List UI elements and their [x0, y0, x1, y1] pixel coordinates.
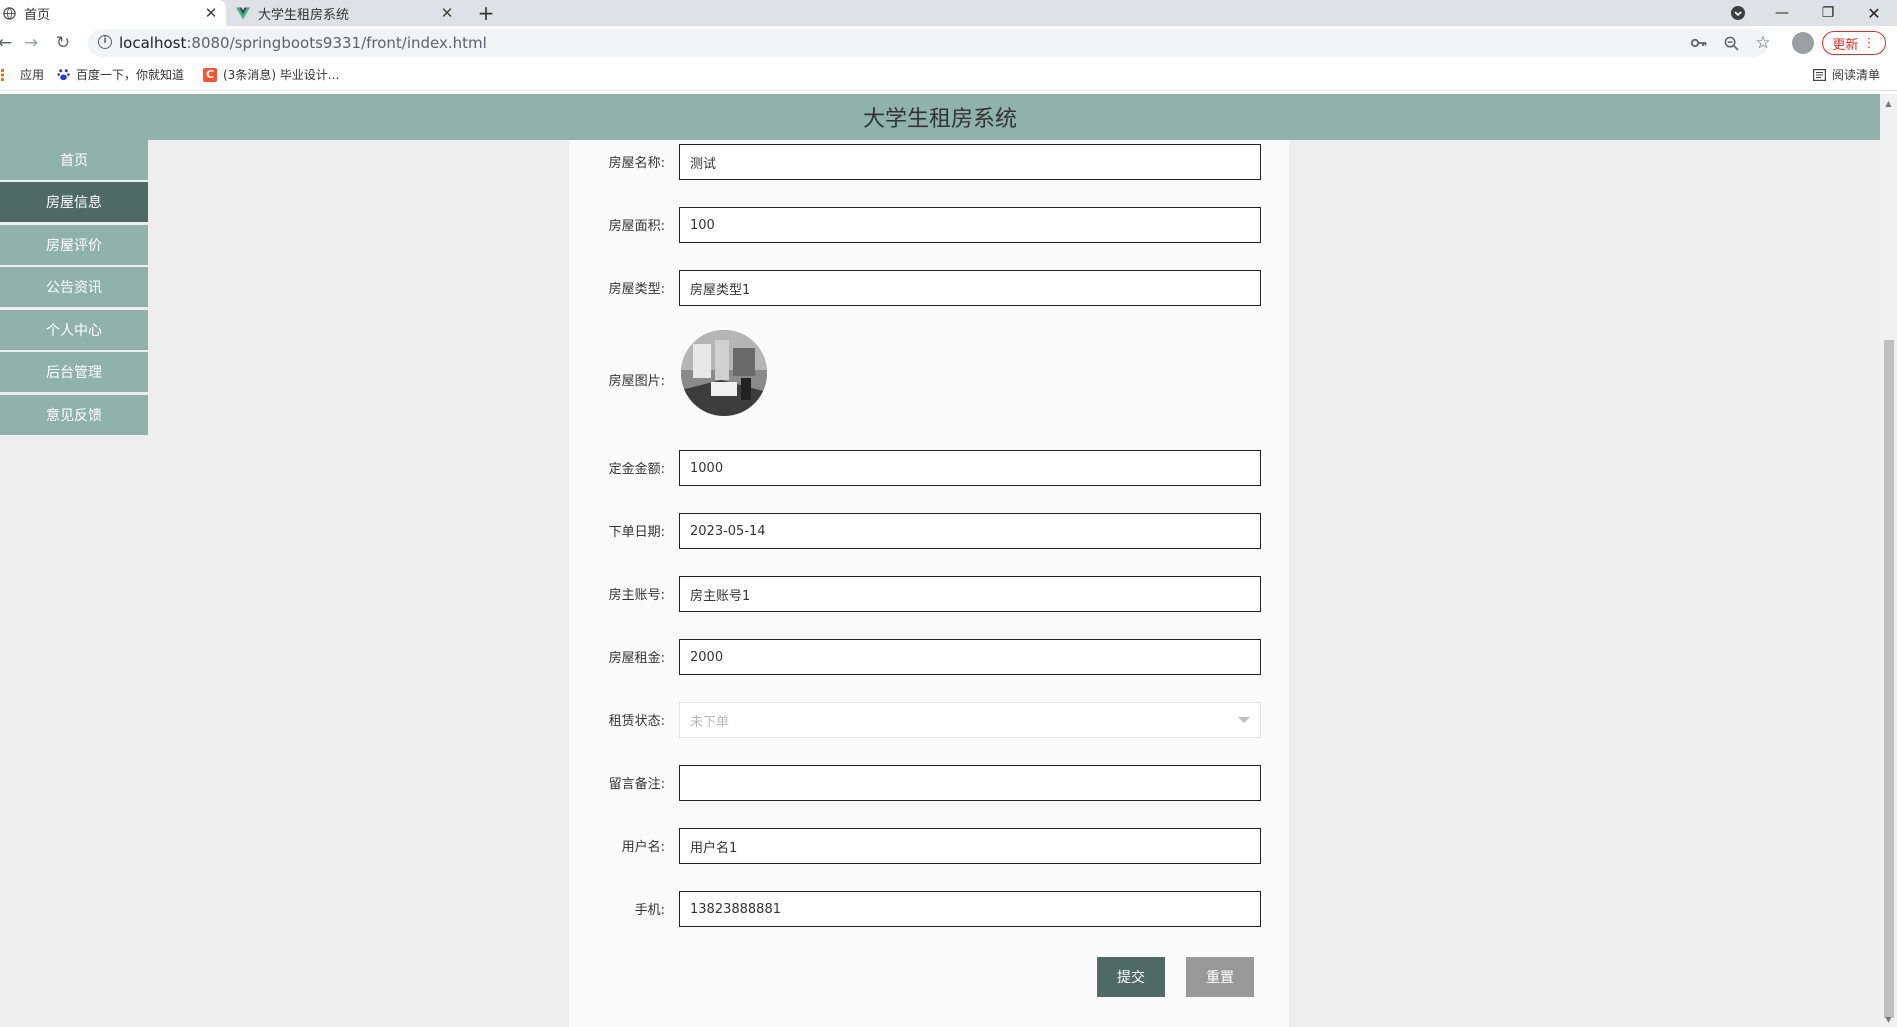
scroll-down-icon[interactable]: ▼ [1880, 1012, 1897, 1026]
reading-list-icon [1812, 68, 1826, 82]
tab-search-icon[interactable] [1728, 0, 1748, 26]
house-name-input[interactable]: 测试 [679, 144, 1261, 180]
order-date-label: 下单日期: [608, 525, 665, 540]
reload-icon[interactable]: ↻ [52, 32, 74, 54]
tab-rental-system[interactable]: 大学生租房系统 ✕ [236, 0, 462, 26]
rent-input[interactable]: 2000 [679, 639, 1261, 675]
bookmark-star-icon[interactable]: ☆ [1752, 32, 1774, 54]
phone-label: 手机: [634, 903, 665, 918]
sidebar-item-house-info[interactable]: 房屋信息 [0, 182, 148, 222]
owner-account-label: 房主账号: [608, 588, 665, 603]
house-type-input[interactable]: 房屋类型1 [679, 270, 1261, 306]
sidebar-item-admin[interactable]: 后台管理 [0, 352, 148, 392]
csdn-logo-icon: C [203, 67, 217, 82]
house-name-label: 房屋名称: [608, 156, 665, 171]
bookmark-apps[interactable]: 应用 [0, 66, 44, 83]
reading-list[interactable]: 阅读清单 [1812, 66, 1880, 83]
sidebar-item-feedback[interactable]: 意见反馈 [0, 395, 148, 435]
key-icon[interactable] [1688, 32, 1710, 54]
bookmark-csdn[interactable]: C (3条消息) 毕业设计... [203, 66, 339, 83]
rent-label: 房屋租金: [608, 651, 665, 666]
page-viewport: 大学生租房系统 首页 房屋信息 房屋评价 公告资讯 个人中心 后台管理 意见反馈… [0, 94, 1880, 1027]
content-left-gutter [156, 140, 569, 1027]
area-label: 房屋面积: [608, 219, 665, 234]
close-icon[interactable]: ✕ [438, 4, 456, 22]
sidebar-item-house-reviews[interactable]: 房屋评价 [0, 225, 148, 265]
area-input[interactable]: 100 [679, 207, 1261, 243]
order-form-panel: 房屋名称: 测试 房屋面积: 100 房屋类型: 房屋类型1 房屋图片: 定金金… [569, 140, 1289, 1027]
window-close-icon[interactable]: ✕ [1864, 0, 1884, 26]
tab-title: 首页 [24, 7, 51, 23]
minimize-icon[interactable]: — [1772, 0, 1792, 26]
site-info-icon[interactable]: i [98, 35, 112, 49]
site-header: 大学生租房系统 [0, 94, 1880, 140]
order-date-input[interactable]: 2023-05-14 [679, 513, 1261, 549]
chevron-down-icon [1238, 717, 1250, 723]
deposit-label: 定金金额: [608, 462, 665, 477]
restore-icon[interactable]: ❐ [1818, 0, 1838, 26]
close-icon[interactable]: ✕ [202, 4, 220, 22]
tab-home[interactable]: 首页 ✕ [0, 0, 226, 26]
house-type-label: 房屋类型: [608, 282, 665, 297]
forward-icon[interactable]: → [20, 32, 42, 54]
url-text[interactable]: localhost:8080/springboots9331/front/ind… [119, 34, 487, 52]
sidebar-nav: 首页 房屋信息 房屋评价 公告资讯 个人中心 后台管理 意见反馈 [0, 140, 156, 1027]
rent-status-label: 租赁状态: [608, 714, 665, 729]
room-photo-image [681, 330, 767, 416]
new-tab-button[interactable]: + [474, 0, 498, 26]
baidu-paw-icon [56, 68, 70, 82]
photo-label: 房屋图片: [608, 374, 665, 389]
vue-logo-icon [236, 6, 250, 20]
owner-account-input[interactable]: 房主账号1 [679, 576, 1261, 612]
profile-avatar[interactable] [1792, 32, 1814, 54]
scroll-up-icon[interactable]: ▲ [1880, 96, 1897, 110]
sidebar-item-home[interactable]: 首页 [0, 140, 148, 180]
scrollbar-thumb[interactable] [1884, 340, 1894, 1018]
browser-tab-bar: 首页 ✕ 大学生租房系统 ✕ + — ❐ ✕ [0, 0, 1897, 26]
back-icon[interactable]: ← [0, 32, 16, 54]
rent-status-select[interactable]: 未下单 [679, 702, 1261, 738]
sidebar-item-personal-center[interactable]: 个人中心 [0, 310, 148, 350]
globe-icon [2, 6, 16, 20]
rent-status-value: 未下单 [690, 714, 730, 730]
remark-input[interactable] [679, 765, 1261, 801]
site-title: 大学生租房系统 [862, 107, 1017, 132]
username-input[interactable]: 用户名1 [679, 828, 1261, 864]
phone-input[interactable]: 13823888881 [679, 891, 1261, 927]
house-photo[interactable] [681, 330, 767, 416]
tab-title: 大学生租房系统 [258, 7, 350, 23]
remark-label: 留言备注: [608, 777, 665, 792]
sidebar-item-announcements[interactable]: 公告资讯 [0, 267, 148, 307]
reset-button[interactable]: 重置 [1186, 957, 1254, 997]
username-label: 用户名: [621, 840, 665, 855]
deposit-input[interactable]: 1000 [679, 450, 1261, 486]
apps-grid-icon [0, 68, 14, 82]
submit-button[interactable]: 提交 [1097, 957, 1165, 997]
update-button[interactable]: 更新 ⋮ [1822, 31, 1886, 55]
zoom-icon[interactable] [1720, 32, 1742, 54]
bookmark-baidu[interactable]: 百度一下，你就知道 [56, 66, 184, 83]
